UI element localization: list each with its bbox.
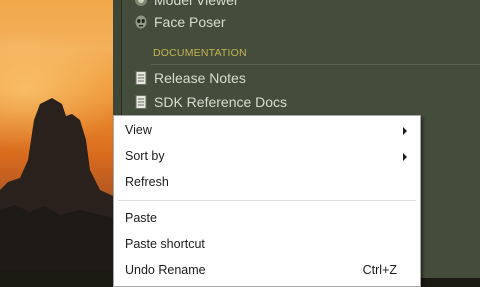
document-icon [133, 70, 149, 86]
menu-item-view[interactable]: View [115, 119, 419, 141]
sdk-item-sdk-reference-docs[interactable]: SDK Reference Docs [133, 92, 287, 112]
menu-item-label: Undo Rename [125, 263, 206, 277]
menu-item-label: Paste shortcut [125, 237, 205, 251]
sdk-item-face-poser[interactable]: Face Poser [133, 12, 226, 32]
menu-item-refresh[interactable]: Refresh [115, 171, 419, 193]
menu-item-label: Refresh [125, 175, 169, 189]
sdk-item-label: Face Poser [154, 14, 226, 30]
desktop-wallpaper[interactable] [0, 0, 113, 270]
menu-item-label: Paste [125, 211, 157, 225]
sdk-item-release-notes[interactable]: Release Notes [133, 68, 246, 88]
menu-item-label: View [125, 123, 152, 137]
section-title-documentation: DOCUMENTATION [153, 47, 247, 59]
menu-item-label: Sort by [125, 149, 165, 163]
section-divider [151, 64, 480, 65]
menu-item-paste[interactable]: Paste [115, 207, 419, 229]
menu-item-sort-by[interactable]: Sort by [115, 145, 419, 167]
submenu-arrow-icon [403, 127, 407, 135]
face-poser-icon [133, 14, 149, 30]
sdk-item-label: SDK Reference Docs [154, 94, 288, 110]
document-icon [133, 94, 149, 110]
desktop-context-menu: View Sort by Refresh Paste Paste shortcu… [113, 115, 421, 287]
model-viewer-icon [133, 0, 149, 8]
menu-item-shortcut: Ctrl+Z [362, 263, 397, 277]
sdk-item-label: Model Viewer [154, 0, 239, 8]
sdk-item-model-viewer[interactable]: Model Viewer [133, 0, 239, 10]
rock-silhouette [0, 98, 113, 270]
menu-item-undo-rename[interactable]: Undo Rename Ctrl+Z [115, 259, 419, 281]
sdk-item-label: Release Notes [154, 70, 246, 86]
menu-item-paste-shortcut[interactable]: Paste shortcut [115, 233, 419, 255]
menu-separator [118, 200, 416, 201]
submenu-arrow-icon [403, 153, 407, 161]
